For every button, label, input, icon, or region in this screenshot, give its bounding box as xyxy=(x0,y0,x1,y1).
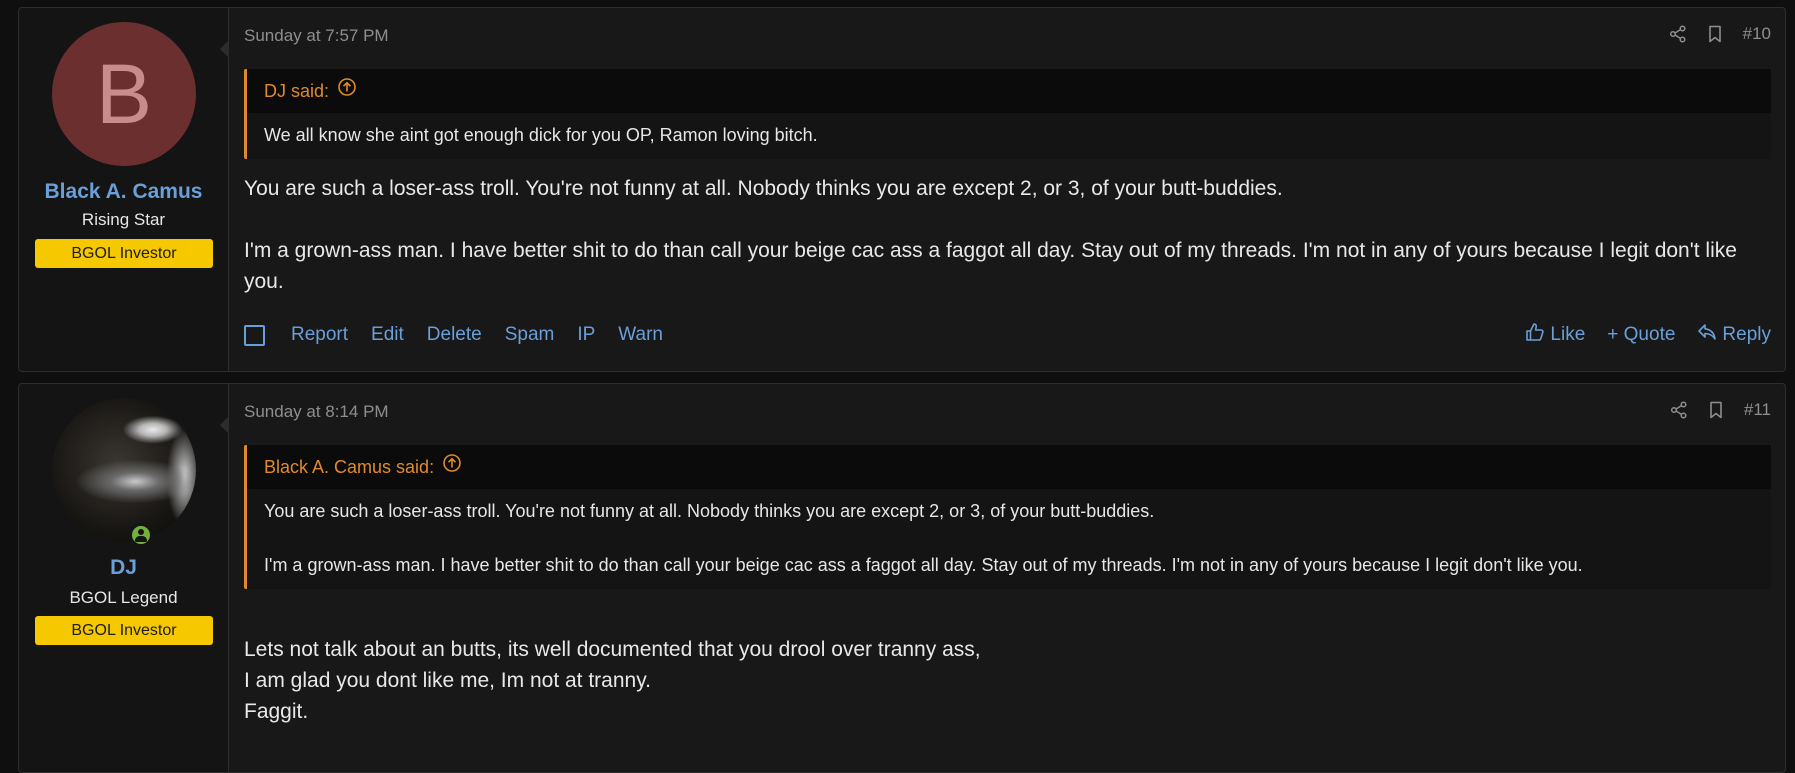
select-checkbox[interactable] xyxy=(244,324,265,346)
username[interactable]: Black A. Camus xyxy=(19,180,228,204)
post-tools: #10 xyxy=(1669,24,1771,44)
post-date[interactable]: Sunday at 8:14 PM xyxy=(244,402,389,422)
post-11: DJ BGOL Legend BGOL Investor Sunday at 8… xyxy=(18,383,1786,773)
quote-header[interactable]: DJ said: xyxy=(247,69,1771,113)
delete-link[interactable]: Delete xyxy=(427,324,482,346)
post-message: Lets not talk about an butts, its well d… xyxy=(244,634,1755,727)
spam-link[interactable]: Spam xyxy=(505,324,555,346)
message-line: Faggit. xyxy=(244,700,309,723)
post-actions: Report Edit Delete Spam IP Warn Like + Q… xyxy=(244,322,1771,348)
post-date[interactable]: Sunday at 7:57 PM xyxy=(244,26,389,46)
user-banner: BGOL Investor xyxy=(35,239,213,268)
bookmark-icon[interactable] xyxy=(1707,25,1723,43)
online-status-icon xyxy=(129,523,153,547)
message-line: Lets not talk about an butts, its well d… xyxy=(244,638,981,661)
arrow-up-circle-icon[interactable] xyxy=(337,69,357,113)
post-number[interactable]: #10 xyxy=(1743,24,1771,44)
quote-author[interactable]: DJ said: xyxy=(264,69,329,113)
reaction-bar: Like + Quote Reply xyxy=(1525,322,1771,348)
user-title: Rising Star xyxy=(81,210,166,229)
share-icon[interactable] xyxy=(1669,25,1687,43)
post-tools: #11 xyxy=(1670,400,1771,420)
avatar[interactable] xyxy=(52,398,196,542)
reply-label: Reply xyxy=(1722,324,1771,345)
username[interactable]: DJ xyxy=(19,556,228,580)
user-cell: DJ BGOL Legend BGOL Investor xyxy=(19,384,229,772)
quote-block: Black A. Camus said: You are such a lose… xyxy=(244,445,1771,589)
quote-author[interactable]: Black A. Camus said: xyxy=(264,445,434,489)
quote-paragraph: I'm a grown-ass man. I have better shit … xyxy=(264,555,1583,575)
user-arrow xyxy=(220,40,229,58)
user-arrow xyxy=(220,416,229,434)
user-banner: BGOL Investor xyxy=(35,616,213,645)
reply-icon xyxy=(1697,322,1717,348)
quote-body: You are such a loser-ass troll. You're n… xyxy=(247,489,1771,589)
ip-link[interactable]: IP xyxy=(577,324,595,346)
post-10: B Black A. Camus Rising Star BGOL Invest… xyxy=(18,7,1786,372)
post-number[interactable]: #11 xyxy=(1744,400,1771,420)
user-title: BGOL Legend xyxy=(69,588,178,607)
avatar[interactable]: B xyxy=(52,22,196,166)
message-paragraph: I'm a grown-ass man. I have better shit … xyxy=(244,239,1737,293)
like-label: Like xyxy=(1550,324,1586,345)
edit-link[interactable]: Edit xyxy=(371,324,404,346)
message-line: I am glad you dont like me, Im not at tr… xyxy=(244,669,651,692)
warn-link[interactable]: Warn xyxy=(618,324,663,346)
like-button[interactable]: Like xyxy=(1525,322,1585,348)
quote-paragraph: We all know she aint got enough dick for… xyxy=(264,125,818,145)
thumbs-up-icon xyxy=(1525,322,1545,348)
quote-block: DJ said: We all know she aint got enough… xyxy=(244,69,1771,159)
share-icon[interactable] xyxy=(1670,401,1688,419)
quote-label: + Quote xyxy=(1607,324,1676,345)
quote-header[interactable]: Black A. Camus said: xyxy=(247,445,1771,489)
arrow-up-circle-icon[interactable] xyxy=(442,445,462,489)
reply-button[interactable]: Reply xyxy=(1697,322,1771,348)
quote-body: We all know she aint got enough dick for… xyxy=(247,113,1771,159)
post-main: Sunday at 8:14 PM #11 Black A. Camus sai… xyxy=(220,384,1785,772)
post-main: Sunday at 7:57 PM #10 DJ said: We all kn… xyxy=(220,8,1785,371)
quote-paragraph: You are such a loser-ass troll. You're n… xyxy=(264,501,1155,521)
message-paragraph: You are such a loser-ass troll. You're n… xyxy=(244,177,1283,200)
user-cell: B Black A. Camus Rising Star BGOL Invest… xyxy=(19,8,229,371)
quote-button[interactable]: + Quote xyxy=(1607,322,1675,348)
post-message: You are such a loser-ass troll. You're n… xyxy=(244,173,1755,297)
bookmark-icon[interactable] xyxy=(1708,401,1724,419)
report-link[interactable]: Report xyxy=(291,324,348,346)
